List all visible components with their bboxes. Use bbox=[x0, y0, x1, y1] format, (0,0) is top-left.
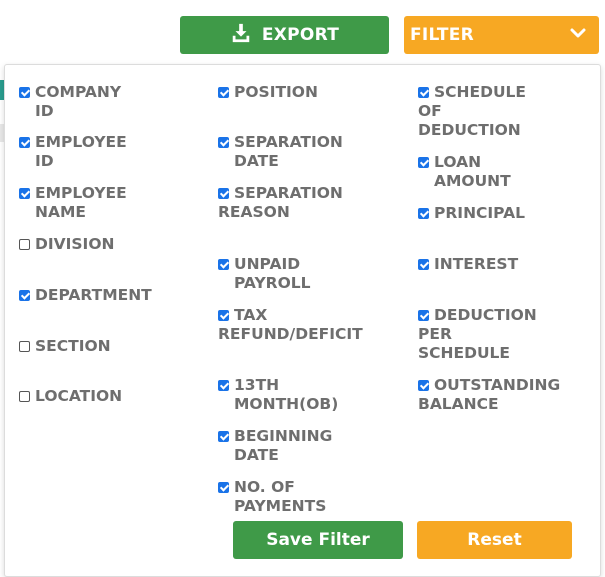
checkbox[interactable] bbox=[19, 239, 30, 250]
filter-option[interactable]: SECTION bbox=[19, 337, 111, 356]
filter-option[interactable]: TAX REFUND/DEFICIT bbox=[218, 306, 363, 344]
filter-option-label: LOAN AMOUNT bbox=[434, 153, 511, 190]
checkbox[interactable] bbox=[218, 310, 229, 321]
filter-option-label: DIVISION bbox=[35, 235, 115, 253]
filter-option[interactable]: DIVISION bbox=[19, 235, 114, 254]
filter-option-label: BEGINNING DATE bbox=[234, 427, 333, 464]
filter-option-label: DEDUCTION PER SCHEDULE bbox=[418, 306, 537, 362]
filter-option-label: 13TH MONTH(OB) bbox=[234, 376, 339, 413]
checkbox[interactable] bbox=[19, 391, 30, 402]
checkbox[interactable] bbox=[19, 137, 30, 148]
filter-option[interactable]: BEGINNING DATE bbox=[218, 427, 332, 465]
filter-option[interactable]: SEPARATION DATE bbox=[218, 133, 343, 171]
filter-option-label: EMPLOYEE ID bbox=[35, 133, 127, 170]
filter-option[interactable]: 13TH MONTH(OB) bbox=[218, 376, 338, 414]
save-filter-label: Save Filter bbox=[266, 530, 370, 550]
filter-option-label: UNPAID PAYROLL bbox=[234, 255, 311, 292]
filter-option-label: TAX REFUND/DEFICIT bbox=[218, 306, 363, 343]
filter-option-label: DEPARTMENT bbox=[35, 286, 152, 304]
filter-option[interactable]: DEPARTMENT bbox=[19, 286, 152, 305]
filter-option-label: POSITION bbox=[234, 83, 318, 101]
checkbox[interactable] bbox=[19, 87, 30, 98]
checkbox[interactable] bbox=[418, 310, 429, 321]
filter-option[interactable]: POSITION bbox=[218, 83, 318, 102]
filter-option-label: OUTSTANDING BALANCE bbox=[418, 376, 561, 413]
filter-option-label: SECTION bbox=[35, 337, 111, 355]
filter-option[interactable]: INTEREST bbox=[418, 255, 518, 274]
filter-option[interactable]: NO. OF PAYMENTS bbox=[218, 478, 326, 516]
checkbox[interactable] bbox=[19, 290, 30, 301]
checkbox[interactable] bbox=[218, 87, 229, 98]
chevron-down-icon bbox=[569, 24, 587, 47]
checkbox[interactable] bbox=[418, 208, 429, 219]
filter-option[interactable]: EMPLOYEE NAME bbox=[19, 184, 127, 222]
filter-option[interactable]: SCHEDULE OF DEDUCTION bbox=[418, 83, 526, 140]
checkbox[interactable] bbox=[218, 380, 229, 391]
filter-option-label: SEPARATION DATE bbox=[234, 133, 343, 170]
filter-option-label: EMPLOYEE NAME bbox=[35, 184, 127, 221]
save-filter-button[interactable]: Save Filter bbox=[233, 521, 403, 559]
filter-option[interactable]: COMPANY ID bbox=[19, 83, 121, 121]
checkbox[interactable] bbox=[418, 157, 429, 168]
filter-option-label: PRINCIPAL bbox=[434, 204, 525, 222]
export-button-label: EXPORT bbox=[261, 25, 340, 45]
filter-option-label: SEPARATION REASON bbox=[218, 184, 343, 221]
checkbox[interactable] bbox=[218, 259, 229, 270]
checkbox[interactable] bbox=[218, 431, 229, 442]
filter-option-label: INTEREST bbox=[434, 255, 519, 273]
checkbox[interactable] bbox=[418, 259, 429, 270]
filter-option-label: NO. OF PAYMENTS bbox=[234, 478, 327, 515]
filter-button-label: FILTER bbox=[410, 25, 475, 45]
checkbox[interactable] bbox=[218, 137, 229, 148]
filter-option[interactable]: EMPLOYEE ID bbox=[19, 133, 127, 171]
export-button[interactable]: EXPORT bbox=[180, 16, 389, 54]
checkbox[interactable] bbox=[19, 188, 30, 199]
checkbox[interactable] bbox=[19, 341, 30, 352]
filter-option[interactable]: UNPAID PAYROLL bbox=[218, 255, 311, 293]
filter-option[interactable]: SEPARATION REASON bbox=[218, 184, 343, 222]
filter-columns-panel: COMPANY ID EMPLOYEE ID EMPLOYEE NAME DIVISI… bbox=[4, 64, 601, 577]
filter-option[interactable]: OUTSTANDING BALANCE bbox=[418, 376, 560, 414]
checkbox[interactable] bbox=[418, 380, 429, 391]
filter-option[interactable]: DEDUCTION PER SCHEDULE bbox=[418, 306, 537, 363]
download-icon bbox=[230, 22, 252, 49]
reset-label: Reset bbox=[467, 530, 522, 550]
checkbox[interactable] bbox=[218, 188, 229, 199]
filter-option[interactable]: LOCATION bbox=[19, 387, 122, 406]
filter-option-label: COMPANY ID bbox=[35, 83, 122, 120]
filter-dropdown-button[interactable]: FILTER bbox=[404, 16, 599, 54]
filter-option[interactable]: PRINCIPAL bbox=[418, 204, 525, 223]
checkbox[interactable] bbox=[418, 87, 429, 98]
reset-button[interactable]: Reset bbox=[417, 521, 572, 559]
filter-option-label: LOCATION bbox=[35, 387, 123, 405]
filter-option[interactable]: LOAN AMOUNT bbox=[418, 153, 511, 191]
checkbox[interactable] bbox=[218, 482, 229, 493]
filter-option-label: SCHEDULE OF DEDUCTION bbox=[418, 83, 527, 139]
